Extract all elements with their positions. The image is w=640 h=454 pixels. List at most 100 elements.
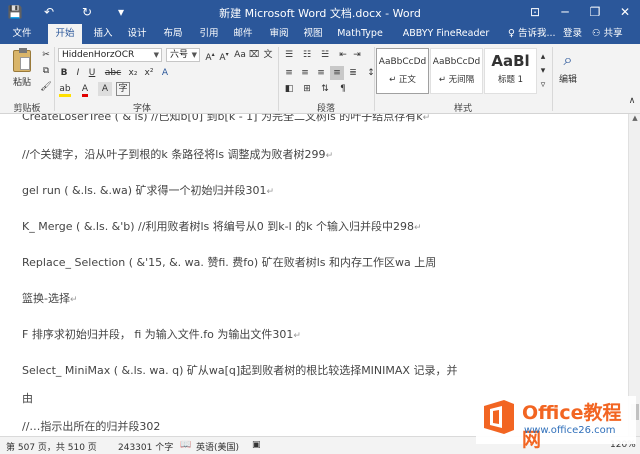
paragraph-mark-icon: ↵ — [293, 331, 301, 341]
chevron-down-icon: ▼ — [153, 51, 159, 59]
clear-formatting-icon[interactable]: ⌧ — [248, 48, 260, 62]
underline-button[interactable]: U — [86, 66, 98, 80]
text-effects-button[interactable]: A — [158, 66, 172, 80]
font-size-value: 六号 — [170, 50, 189, 60]
tab-view[interactable]: 视图 — [298, 24, 328, 44]
style-no-spacing[interactable]: AaBbCcDd ↵ 无间隔 — [430, 48, 483, 94]
scroll-up-icon[interactable]: ▲ — [629, 114, 640, 126]
paragraph-mark-icon: ↵ — [266, 187, 275, 197]
tell-me-box[interactable]: ♀ 告诉我... — [508, 24, 556, 44]
site-watermark: Office教程网 www.office26.com — [476, 396, 636, 451]
style-heading-1[interactable]: AaBl 标题 1 — [484, 48, 537, 94]
chevron-down-icon: ▼ — [191, 51, 197, 59]
title-bar: 💾 ↶ ↻ ▾ 新建 Microsoft Word 文档.docx - Word… — [0, 0, 640, 24]
cut-icon[interactable]: ✂ — [40, 48, 52, 62]
tab-references[interactable]: 引用 — [194, 24, 224, 44]
tab-file[interactable]: 文件 — [6, 24, 38, 44]
justify-icon[interactable]: ≡ — [330, 66, 344, 80]
group-divider — [552, 47, 553, 111]
increase-indent-icon[interactable]: ⇥ — [350, 48, 364, 62]
tab-abbyy[interactable]: ABBYY FineReader 12 — [396, 24, 496, 59]
editing-button[interactable]: ⌕ 编辑 — [556, 50, 580, 90]
style-sample: AaBl — [491, 52, 530, 70]
subscript-button[interactable]: x₂ — [126, 66, 140, 80]
style-name: ↵ 无间隔 — [438, 75, 475, 85]
font-name-value: HiddenHorzOCR — [62, 50, 135, 60]
tab-insert[interactable]: 插入 — [88, 24, 118, 44]
sort-icon[interactable]: ⇅ — [318, 82, 332, 96]
word-count[interactable]: 243301 个字 — [118, 440, 173, 453]
grow-font-icon[interactable]: A▴ — [204, 48, 216, 63]
styles-more-icon[interactable]: ▿ — [538, 78, 548, 92]
tab-home[interactable]: 开始 — [48, 24, 82, 44]
doc-line: 由 — [22, 390, 33, 406]
style-sample: AaBbCcDd — [378, 57, 427, 67]
bold-button[interactable]: B — [58, 66, 70, 80]
tab-layout[interactable]: 布局 — [158, 24, 188, 44]
document-canvas[interactable]: CreateLoserTree ( & ls) //已知b[0] 到b[k - … — [0, 114, 628, 436]
doc-line: Replace_ Selection ( &'15, &. wa. 赞fi. 费… — [22, 254, 436, 270]
tab-mailings[interactable]: 邮件 — [228, 24, 258, 44]
editing-label: 编辑 — [558, 75, 577, 85]
align-center-icon[interactable]: ≡ — [298, 66, 312, 80]
multilevel-list-icon[interactable]: ☱ — [318, 48, 332, 62]
tab-review[interactable]: 审阅 — [264, 24, 294, 44]
page-count[interactable]: 第 507 页，共 510 页 — [6, 440, 97, 453]
distributed-icon[interactable]: ≣ — [346, 66, 360, 80]
styles-scroll-down-icon[interactable]: ▾ — [538, 64, 548, 78]
font-name-combo[interactable]: HiddenHorzOCR ▼ — [58, 48, 162, 62]
show-marks-icon[interactable]: ¶ — [336, 82, 350, 96]
align-right-icon[interactable]: ≡ — [314, 66, 328, 80]
font-size-combo[interactable]: 六号 ▼ — [166, 48, 200, 62]
styles-scroll-up-icon[interactable]: ▴ — [538, 50, 548, 64]
tab-mathtype[interactable]: MathType — [334, 24, 386, 44]
font-color-button[interactable]: A — [78, 82, 92, 97]
style-normal[interactable]: AaBbCcDd ↵ 正文 — [376, 48, 429, 94]
paragraph-group-label: 段落 — [316, 104, 335, 114]
decrease-indent-icon[interactable]: ⇤ — [336, 48, 350, 62]
italic-button[interactable]: I — [72, 66, 84, 80]
language-indicator[interactable]: 英语(美国) — [196, 440, 239, 453]
paragraph-mark-icon: ↵ — [414, 223, 422, 233]
line-text: 篮换-选择 — [22, 292, 70, 305]
macro-recording-icon[interactable]: ▣ — [252, 440, 261, 450]
borders-icon[interactable]: ⊞ — [300, 82, 314, 96]
proofing-icon[interactable]: 📖 — [180, 440, 191, 450]
highlight-color-button[interactable]: ab — [58, 82, 72, 97]
copy-icon[interactable]: ⧉ — [40, 64, 52, 78]
line-text: F 排序求初始归并段， fi 为输入文件.fo 为输出文件301 — [22, 328, 294, 341]
line-text: //…指示出所在的归并段302 — [22, 420, 161, 433]
numbering-icon[interactable]: ☷ — [300, 48, 314, 62]
doc-line: K_ Merge ( &.ls. &'b) //利用败者树ls 将编号从0 到k… — [22, 218, 422, 234]
style-name: 标题 1 — [497, 75, 524, 85]
ribbon-display-options-icon[interactable]: ⊡ — [520, 0, 550, 24]
vertical-scrollbar[interactable]: ▲ — [628, 114, 640, 436]
shrink-font-icon[interactable]: A▾ — [218, 48, 230, 63]
enclose-characters-button[interactable]: 字 — [116, 82, 130, 96]
doc-line: //个关键字，沿从叶子到根的k 条路径将ls 调整成为败者树299↵ — [22, 146, 333, 162]
shading-icon[interactable]: ◧ — [282, 82, 296, 96]
bullets-icon[interactable]: ☰ — [282, 48, 296, 62]
doc-line: Select_ MiniMax ( &.ls. wa. q) 矿从wa[q]起到… — [22, 362, 457, 378]
minimize-button[interactable]: ─ — [550, 0, 580, 24]
paste-label: 粘贴 — [12, 78, 31, 88]
collapse-ribbon-icon[interactable]: ∧ — [626, 94, 638, 108]
close-button[interactable]: ✕ — [610, 0, 640, 24]
strikethrough-button[interactable]: abc — [104, 66, 122, 80]
format-painter-icon[interactable]: 🖌 — [40, 80, 52, 94]
tab-design[interactable]: 设计 — [122, 24, 152, 44]
group-divider — [374, 47, 375, 111]
character-shading-button[interactable]: A — [98, 82, 112, 96]
phonetic-guide-icon[interactable]: 文 — [262, 48, 274, 62]
change-case-icon[interactable]: Aa — [234, 48, 246, 62]
align-left-icon[interactable]: ≡ — [282, 66, 296, 80]
share-button[interactable]: ⚇ 共享 — [592, 24, 623, 44]
ribbon-home: 粘贴 ✂ ⧉ 🖌 剪贴板 HiddenHorzOCR ▼ 六号 ▼ A▴ A▾ … — [0, 44, 640, 114]
clipboard-icon — [13, 48, 31, 72]
superscript-button[interactable]: x² — [142, 66, 156, 80]
line-text: K_ Merge ( &.ls. &'b) //利用败者树ls 将编号从0 到k… — [22, 220, 415, 233]
paste-button[interactable]: 粘贴 — [6, 48, 38, 92]
sign-in-link[interactable]: 登录 — [563, 24, 582, 44]
restore-button[interactable]: ❐ — [580, 0, 610, 24]
line-text: Select_ MiniMax ( &.ls. wa. q) 矿从wa[q]起到… — [22, 364, 458, 377]
